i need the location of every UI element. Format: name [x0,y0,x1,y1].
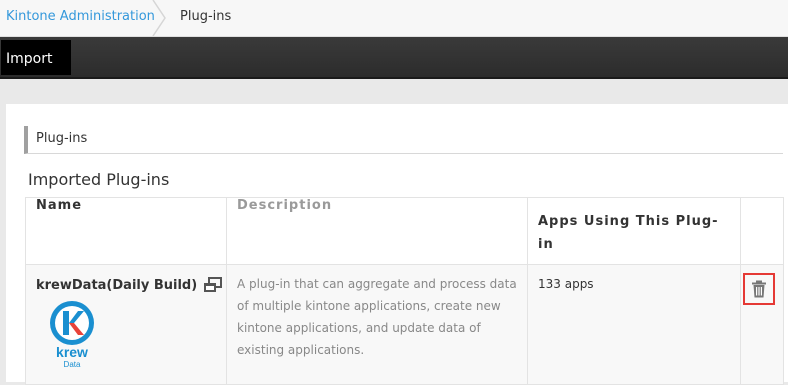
plugin-description: A plug-in that can aggregate and process… [237,277,517,357]
plugin-apps-count: 133 apps [538,277,594,291]
plugin-actions-cell [740,264,784,385]
plugin-name-cell: krewData(Daily Build) krew Data [25,264,227,385]
breadcrumb-current: Plug-ins [180,9,232,24]
table-header-row: Name Description Apps Using This Plug-in [25,197,784,265]
logo-text: krew [56,344,88,360]
column-header-actions [740,197,784,265]
breadcrumb-separator [152,0,166,36]
section-header: Plug-ins [24,126,783,154]
imported-plugins-title: Imported Plug-ins [28,170,170,189]
breadcrumb: Kintone Administration Plug-ins [0,0,788,37]
delete-plugin-button[interactable] [743,273,775,305]
column-header-apps: Apps Using This Plug-in [527,197,741,265]
plugin-description-cell: A plug-in that can aggregate and process… [226,264,528,385]
toolbar: Import [0,37,788,79]
krewdata-logo: krew Data [50,301,94,369]
import-button[interactable]: Import [1,40,71,75]
logo-subtext: Data [64,360,81,369]
trash-icon [752,280,766,298]
breadcrumb-admin-link[interactable]: Kintone Administration [6,9,155,24]
plugin-apps-cell: 133 apps [527,264,741,385]
plugin-name: krewData(Daily Build) [36,277,198,293]
content-panel: Plug-ins Imported Plug-ins Name Descript… [6,104,788,385]
plugins-table: Name Description Apps Using This Plug-in… [25,197,784,385]
column-header-name: Name [25,197,227,265]
open-window-icon[interactable] [203,277,223,293]
column-header-description: Description [226,197,528,265]
table-row: krewData(Daily Build) krew Data A plug-i… [25,264,784,385]
